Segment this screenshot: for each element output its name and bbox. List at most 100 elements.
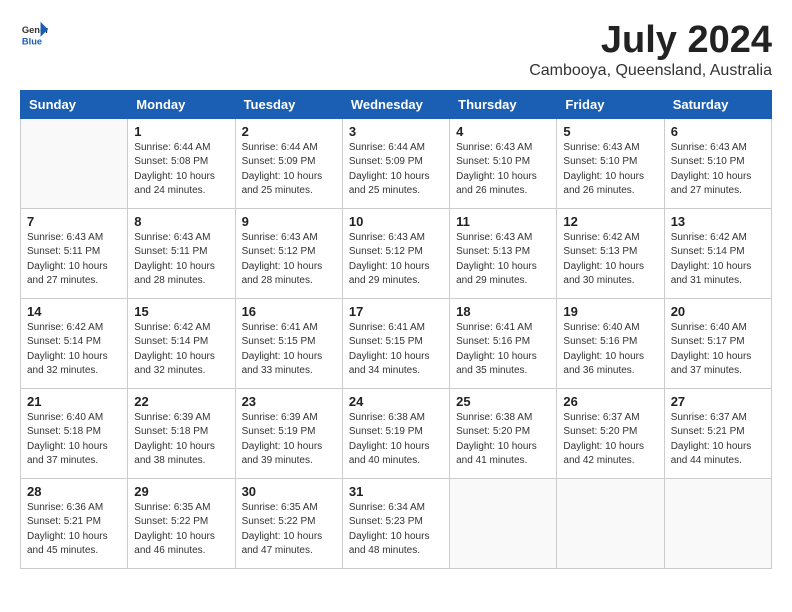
calendar-day-cell [450, 478, 557, 568]
day-number: 3 [349, 124, 443, 139]
calendar-day-cell: 1Sunrise: 6:44 AM Sunset: 5:08 PM Daylig… [128, 118, 235, 208]
day-number: 21 [27, 394, 121, 409]
calendar-day-cell: 30 Sunrise: 6:35 AM Sunset: 5:22 PM Dayli… [235, 478, 342, 568]
calendar-day-cell: 20 Sunrise: 6:40 AM Sunset: 5:17 PM Dayli… [664, 298, 771, 388]
day-of-week-header: Tuesday [235, 90, 342, 118]
day-number: 20 [671, 304, 765, 319]
calendar-day-cell: 23 Sunrise: 6:39 AM Sunset: 5:19 PM Dayli… [235, 388, 342, 478]
location-subtitle: Cambooya, Queensland, Australia [529, 62, 772, 80]
day-number: 23 [242, 394, 336, 409]
svg-text:Blue: Blue [22, 36, 42, 46]
day-info: Sunrise: 6:38 AM Sunset: 5:19 PM Dayligh… [349, 411, 443, 469]
calendar-day-cell [664, 478, 771, 568]
day-number: 24 [349, 394, 443, 409]
calendar-day-cell [557, 478, 664, 568]
day-number: 31 [349, 484, 443, 499]
calendar-day-cell: 5 Sunrise: 6:43 AM Sunset: 5:10 PM Daylig… [557, 118, 664, 208]
day-info: Sunrise: 6:43 AM Sunset: 5:13 PM Dayligh… [456, 231, 550, 289]
calendar-day-cell: 2Sunrise: 6:44 AM Sunset: 5:09 PM Daylig… [235, 118, 342, 208]
day-of-week-header: Friday [557, 90, 664, 118]
day-info: Sunrise: 6:39 AM Sunset: 5:19 PM Dayligh… [242, 411, 336, 469]
calendar-day-cell: 15Sunrise: 6:42 AM Sunset: 5:14 PM Dayli… [128, 298, 235, 388]
day-of-week-header: Wednesday [342, 90, 449, 118]
calendar-day-cell: 3 Sunrise: 6:44 AM Sunset: 5:09 PM Daylig… [342, 118, 449, 208]
day-info: Sunrise: 6:37 AM Sunset: 5:20 PM Dayligh… [563, 411, 657, 469]
day-number: 5 [563, 124, 657, 139]
day-of-week-header: Thursday [450, 90, 557, 118]
day-info: Sunrise: 6:42 AM Sunset: 5:14 PM Dayligh… [671, 231, 765, 289]
calendar-day-cell: 19 Sunrise: 6:40 AM Sunset: 5:16 PM Dayli… [557, 298, 664, 388]
calendar-day-cell: 22 Sunrise: 6:39 AM Sunset: 5:18 PM Dayli… [128, 388, 235, 478]
day-number: 22 [134, 394, 228, 409]
day-info: Sunrise: 6:41 AM Sunset: 5:15 PM Dayligh… [349, 321, 443, 379]
title-area: July 2024 Cambooya, Queensland, Australi… [529, 20, 772, 80]
day-info: Sunrise: 6:40 AM Sunset: 5:16 PM Dayligh… [563, 321, 657, 379]
calendar-day-cell [21, 118, 128, 208]
calendar-week-row: 1Sunrise: 6:44 AM Sunset: 5:08 PM Daylig… [21, 118, 772, 208]
day-info: Sunrise: 6:35 AM Sunset: 5:22 PM Dayligh… [134, 501, 228, 559]
day-info: Sunrise: 6:43 AM Sunset: 5:10 PM Dayligh… [456, 141, 550, 199]
day-number: 27 [671, 394, 765, 409]
logo-icon: General Blue [20, 20, 48, 48]
day-info: Sunrise: 6:39 AM Sunset: 5:18 PM Dayligh… [134, 411, 228, 469]
day-info: Sunrise: 6:34 AM Sunset: 5:23 PM Dayligh… [349, 501, 443, 559]
month-year-title: July 2024 [529, 20, 772, 62]
day-number: 26 [563, 394, 657, 409]
day-number: 19 [563, 304, 657, 319]
day-info: Sunrise: 6:44 AM Sunset: 5:09 PM Dayligh… [242, 141, 336, 199]
calendar-day-cell: 16Sunrise: 6:41 AM Sunset: 5:15 PM Dayli… [235, 298, 342, 388]
day-number: 9 [242, 214, 336, 229]
day-number: 10 [349, 214, 443, 229]
day-number: 1 [134, 124, 228, 139]
day-info: Sunrise: 6:43 AM Sunset: 5:10 PM Dayligh… [563, 141, 657, 199]
day-info: Sunrise: 6:43 AM Sunset: 5:11 PM Dayligh… [134, 231, 228, 289]
day-number: 4 [456, 124, 550, 139]
calendar-day-cell: 24 Sunrise: 6:38 AM Sunset: 5:19 PM Dayli… [342, 388, 449, 478]
day-number: 29 [134, 484, 228, 499]
day-info: Sunrise: 6:41 AM Sunset: 5:16 PM Dayligh… [456, 321, 550, 379]
logo: General Blue [20, 20, 48, 48]
day-number: 16 [242, 304, 336, 319]
calendar-week-row: 21 Sunrise: 6:40 AM Sunset: 5:18 PM Dayli… [21, 388, 772, 478]
day-number: 25 [456, 394, 550, 409]
day-info: Sunrise: 6:36 AM Sunset: 5:21 PM Dayligh… [27, 501, 121, 559]
day-info: Sunrise: 6:40 AM Sunset: 5:18 PM Dayligh… [27, 411, 121, 469]
day-number: 18 [456, 304, 550, 319]
day-info: Sunrise: 6:43 AM Sunset: 5:10 PM Dayligh… [671, 141, 765, 199]
day-of-week-header: Sunday [21, 90, 128, 118]
calendar-day-cell: 6 Sunrise: 6:43 AM Sunset: 5:10 PM Daylig… [664, 118, 771, 208]
calendar-day-cell: 27 Sunrise: 6:37 AM Sunset: 5:21 PM Dayli… [664, 388, 771, 478]
day-info: Sunrise: 6:43 AM Sunset: 5:11 PM Dayligh… [27, 231, 121, 289]
calendar-week-row: 14 Sunrise: 6:42 AM Sunset: 5:14 PM Dayli… [21, 298, 772, 388]
calendar-day-cell: 9Sunrise: 6:43 AM Sunset: 5:12 PM Daylig… [235, 208, 342, 298]
day-info: Sunrise: 6:42 AM Sunset: 5:14 PM Dayligh… [27, 321, 121, 379]
calendar-header-row: SundayMondayTuesdayWednesdayThursdayFrid… [21, 90, 772, 118]
day-info: Sunrise: 6:35 AM Sunset: 5:22 PM Dayligh… [242, 501, 336, 559]
page-header: General Blue July 2024 Cambooya, Queensl… [20, 20, 772, 80]
calendar-day-cell: 4 Sunrise: 6:43 AM Sunset: 5:10 PM Daylig… [450, 118, 557, 208]
calendar-day-cell: 10Sunrise: 6:43 AM Sunset: 5:12 PM Dayli… [342, 208, 449, 298]
day-number: 30 [242, 484, 336, 499]
day-number: 7 [27, 214, 121, 229]
day-of-week-header: Saturday [664, 90, 771, 118]
day-number: 8 [134, 214, 228, 229]
day-info: Sunrise: 6:38 AM Sunset: 5:20 PM Dayligh… [456, 411, 550, 469]
calendar-day-cell: 26 Sunrise: 6:37 AM Sunset: 5:20 PM Dayli… [557, 388, 664, 478]
day-number: 17 [349, 304, 443, 319]
day-number: 11 [456, 214, 550, 229]
day-info: Sunrise: 6:40 AM Sunset: 5:17 PM Dayligh… [671, 321, 765, 379]
calendar-day-cell: 29 Sunrise: 6:35 AM Sunset: 5:22 PM Dayli… [128, 478, 235, 568]
day-number: 28 [27, 484, 121, 499]
calendar-day-cell: 13 Sunrise: 6:42 AM Sunset: 5:14 PM Dayli… [664, 208, 771, 298]
calendar-day-cell: 14 Sunrise: 6:42 AM Sunset: 5:14 PM Dayli… [21, 298, 128, 388]
day-info: Sunrise: 6:37 AM Sunset: 5:21 PM Dayligh… [671, 411, 765, 469]
day-info: Sunrise: 6:44 AM Sunset: 5:09 PM Dayligh… [349, 141, 443, 199]
calendar-day-cell: 7 Sunrise: 6:43 AM Sunset: 5:11 PM Daylig… [21, 208, 128, 298]
day-number: 6 [671, 124, 765, 139]
day-number: 13 [671, 214, 765, 229]
day-number: 14 [27, 304, 121, 319]
calendar-day-cell: 18 Sunrise: 6:41 AM Sunset: 5:16 PM Dayli… [450, 298, 557, 388]
day-number: 12 [563, 214, 657, 229]
calendar-day-cell: 11 Sunrise: 6:43 AM Sunset: 5:13 PM Dayli… [450, 208, 557, 298]
calendar-day-cell: 25 Sunrise: 6:38 AM Sunset: 5:20 PM Dayli… [450, 388, 557, 478]
